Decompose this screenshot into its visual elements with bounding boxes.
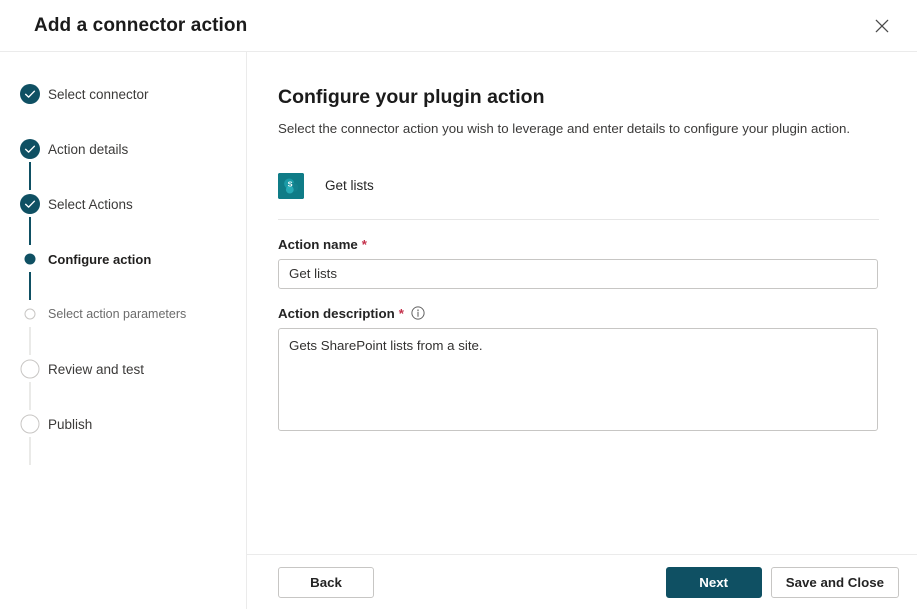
wizard-step-rail: Select connector Action details Select A… xyxy=(0,52,247,609)
page-title: Configure your plugin action xyxy=(278,86,545,108)
action-name-field-group: Action name * xyxy=(278,237,879,289)
content-main: Configure your plugin action Select the … xyxy=(247,52,917,554)
selected-connector-action: S Get lists xyxy=(278,172,879,199)
step-current-icon xyxy=(24,253,36,265)
sharepoint-icon: S xyxy=(278,172,304,199)
sidebar-item-select-action-parameters[interactable]: Select action parameters xyxy=(0,300,246,328)
close-button[interactable] xyxy=(865,9,899,43)
sidebar-item-review-and-test[interactable]: Review and test xyxy=(0,355,246,383)
save-and-close-button[interactable]: Save and Close xyxy=(770,566,899,598)
step-connector-5 xyxy=(29,382,31,410)
action-description-label-text: Action description xyxy=(278,305,395,321)
step-complete-icon xyxy=(20,194,40,214)
required-asterisk: * xyxy=(398,305,404,321)
svg-text:S: S xyxy=(288,179,293,188)
sidebar-item-action-details[interactable]: Action details xyxy=(0,135,246,163)
sidebar-item-label: Select Actions xyxy=(48,196,133,212)
page-subtitle: Select the connector action you wish to … xyxy=(278,121,851,136)
sidebar-item-select-connector[interactable]: Select connector xyxy=(0,80,246,108)
content-pane: Configure your plugin action Select the … xyxy=(247,52,917,609)
step-connector-1 xyxy=(29,162,31,190)
add-connector-action-dialog: Add a connector action Select connector … xyxy=(0,0,917,609)
action-description-textarea[interactable] xyxy=(278,327,878,431)
next-button[interactable]: Next xyxy=(665,566,762,598)
required-asterisk: * xyxy=(361,236,367,252)
dialog-title: Add a connector action xyxy=(34,14,248,36)
sidebar-item-label: Configure action xyxy=(48,251,152,267)
step-pending-icon xyxy=(20,359,40,379)
sidebar-item-label: Select connector xyxy=(48,86,149,102)
step-complete-icon xyxy=(20,139,40,159)
sidebar-item-publish[interactable]: Publish xyxy=(0,410,246,438)
step-complete-icon xyxy=(20,84,40,104)
action-description-label: Action description * xyxy=(278,306,879,321)
step-connector-4 xyxy=(29,327,31,355)
sidebar-item-configure-action[interactable]: Configure action xyxy=(0,245,246,273)
sidebar-item-label: Select action parameters xyxy=(48,307,187,321)
info-icon[interactable] xyxy=(411,306,425,320)
step-connector-3 xyxy=(29,272,31,300)
action-name-input[interactable] xyxy=(278,258,878,289)
sidebar-item-select-actions[interactable]: Select Actions xyxy=(0,190,246,218)
action-name-label: Action name * xyxy=(278,237,879,252)
step-pending-icon xyxy=(24,308,36,320)
dialog-header: Add a connector action xyxy=(0,0,917,52)
sidebar-item-label: Action details xyxy=(48,141,129,157)
connector-action-name: Get lists xyxy=(325,178,374,194)
action-name-label-text: Action name xyxy=(278,236,358,252)
close-icon xyxy=(875,19,889,33)
step-pending-icon xyxy=(20,414,40,434)
footer-primary-actions: Next Save and Close xyxy=(665,566,899,598)
dialog-footer: Back Next Save and Close xyxy=(247,554,917,609)
action-description-field-group: Action description * xyxy=(278,306,879,431)
step-connector-2 xyxy=(29,217,31,245)
sidebar-item-label: Review and test xyxy=(48,361,145,377)
back-button[interactable]: Back xyxy=(278,566,374,598)
section-divider xyxy=(278,218,879,220)
step-connector-6 xyxy=(29,437,31,465)
dialog-body: Select connector Action details Select A… xyxy=(0,52,917,609)
